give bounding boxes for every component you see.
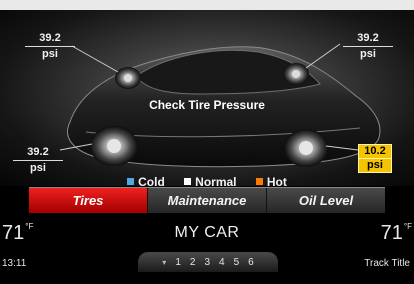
pressure-unit: psi: [42, 48, 58, 60]
tire-pressure-front-right: 39.2 psi: [340, 32, 396, 61]
page-5[interactable]: 5: [234, 257, 240, 268]
top-bar: [0, 0, 414, 10]
front-left-wheel: [115, 67, 141, 89]
pressure-value: 39.2: [39, 32, 61, 44]
swatch-cold: [127, 178, 135, 185]
page-6[interactable]: 6: [248, 257, 254, 268]
page-2[interactable]: 2: [190, 257, 196, 268]
pressure-unit: psi: [358, 159, 392, 173]
temperature-right: 71°F: [380, 222, 412, 244]
warning-message: Check Tire Pressure: [149, 98, 265, 112]
pressure-value: 39.2: [357, 32, 379, 44]
swatch-normal: [184, 178, 192, 185]
tire-pressure-view: 39.2 psi 39.2 psi 39.2 psi 10.2 psi Chec…: [0, 10, 414, 186]
tab-tires[interactable]: Tires: [29, 188, 148, 213]
pressure-unit: psi: [30, 162, 46, 174]
pressure-unit: psi: [360, 48, 376, 60]
front-right-wheel: [283, 63, 309, 85]
tire-pressure-front-left: 39.2 psi: [22, 32, 78, 61]
tab-bar: Tires Maintenance Oil Level: [29, 187, 385, 213]
rear-left-wheel: [90, 126, 138, 166]
page-4[interactable]: 4: [219, 257, 225, 268]
pressure-legend: Cold Normal Hot: [0, 175, 414, 186]
swatch-hot: [255, 178, 263, 185]
screen-title: MY CAR: [174, 224, 240, 241]
clock: 13:11: [2, 258, 27, 269]
legend-item-cold: Cold: [127, 175, 165, 186]
tire-pressure-rear-right: 10.2 psi: [358, 144, 392, 173]
page-1[interactable]: 1: [175, 257, 181, 268]
tire-pressure-rear-left: 39.2 psi: [10, 146, 66, 175]
triangle-down-icon: ▾: [162, 257, 167, 267]
pressure-value: 39.2: [27, 146, 49, 158]
tab-oil-level[interactable]: Oil Level: [267, 188, 385, 213]
status-bar: 71°F MY CAR 71°F 13:11 ▾ 1 2 3 4 5 6 Tra…: [0, 214, 414, 284]
track-title[interactable]: Track Title: [364, 258, 410, 269]
rear-right-wheel: [284, 129, 328, 167]
legend-item-normal: Normal: [184, 175, 237, 186]
page-selector: ▾ 1 2 3 4 5 6: [138, 252, 278, 272]
legend-item-hot: Hot: [255, 175, 287, 186]
vehicle-screen: 39.2 psi 39.2 psi 39.2 psi 10.2 psi Chec…: [0, 0, 414, 284]
page-3[interactable]: 3: [204, 257, 210, 268]
tab-maintenance[interactable]: Maintenance: [148, 188, 267, 213]
pressure-value: 10.2: [358, 144, 392, 159]
